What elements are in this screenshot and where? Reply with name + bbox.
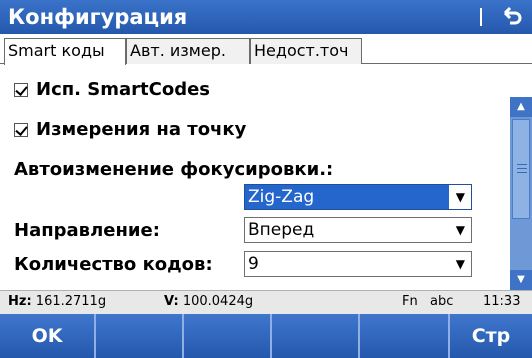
autofocus-value: Zig-Zag (248, 187, 315, 207)
title-separator (480, 8, 482, 26)
page-button[interactable]: Стр (450, 314, 532, 358)
input-mode-indicator: abc (430, 294, 454, 309)
tab-smart-codes[interactable]: Smart коды (4, 38, 126, 65)
vertical-scrollbar[interactable]: ▲ ▼ (510, 97, 532, 290)
point-measure-row[interactable]: Измерения на точку (14, 119, 246, 140)
hz-readout: Hz: 161.2711g (8, 291, 106, 313)
direction-dropdown[interactable]: Вперед ▼ (244, 217, 472, 243)
tab-auto-measure[interactable]: Авт. измер. (126, 38, 250, 64)
use-smartcodes-label: Исп. SmartCodes (36, 79, 211, 100)
status-bar: Hz: 161.2711g V: 100.0424g Fn abc 11:33 (0, 290, 532, 314)
ok-button[interactable]: OK (0, 314, 94, 358)
softkey-bar: OK Стр (0, 314, 532, 358)
hz-label: Hz: (8, 294, 32, 309)
softkey-4-button[interactable] (272, 314, 358, 358)
hz-value: 161.2711g (35, 294, 107, 309)
point-measure-checkbox[interactable] (14, 122, 28, 137)
chevron-down-icon: ▼ (455, 257, 465, 271)
autofocus-dropdown[interactable]: Zig-Zag ▼ (244, 184, 472, 210)
chevron-down-icon: ▼ (455, 223, 465, 237)
scroll-down-icon[interactable]: ▼ (510, 270, 532, 290)
back-arrow-icon[interactable] (498, 2, 526, 30)
point-measure-label: Измерения на точку (36, 119, 247, 140)
use-smartcodes-checkbox[interactable] (14, 82, 28, 97)
softkey-5-button[interactable] (360, 314, 448, 358)
code-count-dropdown[interactable]: 9 ▼ (244, 251, 472, 277)
form-content: Исп. SmartCodes Измерения на точку Автои… (0, 65, 510, 287)
title-bar: Конфигурация (0, 0, 532, 34)
direction-label: Направление: (14, 220, 160, 241)
v-value: 100.0424g (182, 294, 254, 309)
window-title: Конфигурация (8, 5, 188, 29)
softkey-3-button[interactable] (184, 314, 270, 358)
scroll-up-icon[interactable]: ▲ (510, 97, 532, 117)
softkey-2-button[interactable] (96, 314, 182, 358)
clock: 11:33 (483, 294, 521, 309)
tab-inaccessible-points[interactable]: Недост.точ (250, 38, 362, 64)
autofocus-label: Автоизменение фокусировки.: (14, 159, 334, 180)
tab-strip: Smart коды Авт. измер. Недост.точ (0, 34, 532, 65)
fn-indicator: Fn (402, 294, 418, 309)
scroll-thumb[interactable] (512, 119, 530, 219)
v-label: V: (164, 294, 179, 309)
code-count-value: 9 (248, 254, 259, 274)
v-readout: V: 100.0424g (164, 291, 253, 313)
chevron-down-icon: ▼ (455, 190, 465, 204)
code-count-label: Количество кодов: (14, 254, 213, 275)
direction-value: Вперед (248, 220, 315, 240)
use-smartcodes-row[interactable]: Исп. SmartCodes (14, 79, 210, 100)
